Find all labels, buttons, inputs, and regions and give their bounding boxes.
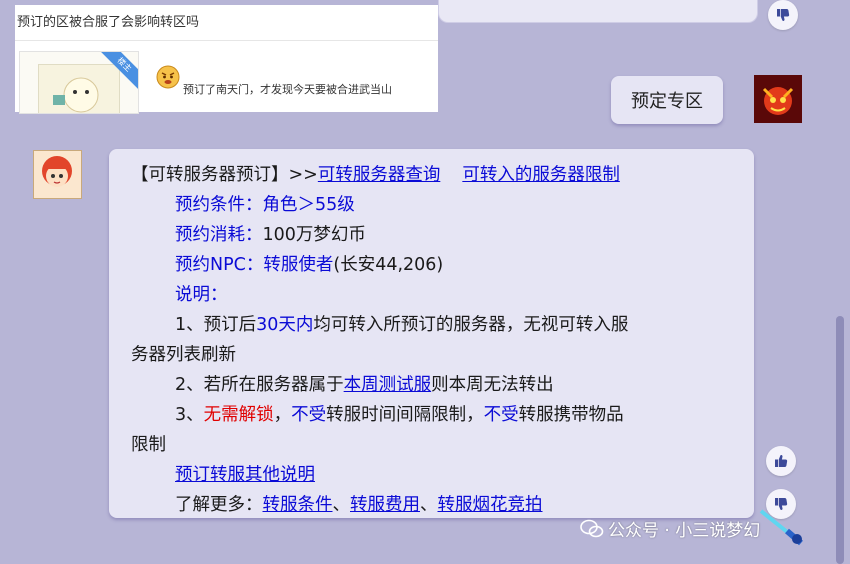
separator: 、 xyxy=(420,495,438,515)
link-test-server[interactable]: 本周测试服 xyxy=(344,375,432,395)
angry-face-icon xyxy=(156,65,180,89)
cartoon-image xyxy=(38,64,120,113)
note-3-continued: 限制 xyxy=(131,435,166,455)
title-prefix: 【可转服务器预订】>> xyxy=(131,165,318,185)
note-1-a: 1、预订后 xyxy=(175,315,257,335)
note-3: 3、无需解锁，不受转服时间间隔限制，不受转服携带物品 xyxy=(175,400,624,430)
sword-sprite-icon xyxy=(759,509,803,546)
condition-label: 预约条件： xyxy=(175,195,263,215)
note-3-highlight-2: 不受 xyxy=(483,405,519,425)
note-1: 1、预订后30天内均可转入所预订的服务器，无视可转入服 xyxy=(175,310,628,340)
thumbs-down-icon xyxy=(777,9,790,21)
thumbs-down-button-top[interactable] xyxy=(768,0,798,30)
note-3-c: 转服时间间隔限制， xyxy=(326,405,484,425)
line-condition: 预约条件：角色＞55级 xyxy=(175,190,355,220)
line-cost: 预约消耗：100万梦幻币 xyxy=(175,220,366,250)
line-learn-more: 了解更多：转服条件、转服费用、转服烟花竞拍 xyxy=(175,490,543,520)
link-transfer-fees[interactable]: 转服费用 xyxy=(350,495,420,515)
previous-message-bubble xyxy=(438,0,758,23)
note-2-a: 2、若所在服务器属于 xyxy=(175,375,344,395)
npc-label: 预约NPC： xyxy=(175,255,264,275)
line-title: 【可转服务器预订】>>可转服务器查询 可转入的服务器限制 xyxy=(131,160,620,190)
watermark-text: 公众号 · 小三说梦幻 xyxy=(608,521,761,541)
npc-name: 转服使者 xyxy=(263,255,334,275)
condition-value: 角色＞55级 xyxy=(262,195,355,215)
note-1-highlight: 30天内 xyxy=(256,315,314,335)
link-transfer-conditions[interactable]: 转服条件 xyxy=(263,495,333,515)
note-3-a: 3、 xyxy=(175,405,204,425)
user-message-bubble: 预定专区 xyxy=(611,76,723,124)
note-3-d: 转服携带物品 xyxy=(518,405,624,425)
note-1-b: 均可转入所预订的服务器，无视可转入服 xyxy=(313,315,629,335)
link-other-notes[interactable]: 预订转服其他说明 xyxy=(175,465,315,485)
learn-more-label: 了解更多： xyxy=(175,495,263,515)
note-1-continued: 务器列表刷新 xyxy=(131,345,236,365)
separator: 、 xyxy=(332,495,351,515)
note-3-b: ， xyxy=(273,405,292,425)
line-more-info-link: 预订转服其他说明 xyxy=(175,460,315,490)
link-server-restrictions[interactable]: 可转入的服务器限制 xyxy=(462,165,620,185)
forum-post-overlay: 预订的区被合服了会影响转区吗 楼主 预订了南天门，才发现今天要被合进武当山 xyxy=(15,5,438,114)
scrollbar-thumb[interactable] xyxy=(836,316,844,564)
divider xyxy=(15,40,438,41)
note-2: 2、若所在服务器属于本周测试服则本周无法转出 xyxy=(175,370,554,400)
post-reply-text: 预订了南天门，才发现今天要被合进武当山 xyxy=(183,83,392,96)
assistant-message-bubble: 【可转服务器预订】>>可转服务器查询 可转入的服务器限制 预约条件：角色＞55级 … xyxy=(109,149,754,518)
post-title: 预订的区被合服了会影响转区吗 xyxy=(17,15,200,30)
note-2-b: 则本周无法转出 xyxy=(431,375,554,395)
link-firework-auction[interactable]: 转服烟花竞拍 xyxy=(438,495,543,515)
notes-heading: 说明： xyxy=(175,285,228,305)
assistant-avatar xyxy=(33,150,82,199)
thumbs-up-button[interactable] xyxy=(766,446,796,476)
post-image: 楼主 xyxy=(19,51,139,114)
cost-value: 100万梦幻币 xyxy=(262,225,366,245)
npc-location: (长安44,206) xyxy=(333,255,444,275)
note-3-highlight-1: 不受 xyxy=(291,405,327,425)
wechat-icon xyxy=(580,519,604,538)
thumbs-up-icon xyxy=(775,455,788,467)
user-avatar xyxy=(754,75,802,123)
user-message-text: 预定专区 xyxy=(631,91,703,112)
link-server-query[interactable]: 可转服务器查询 xyxy=(318,165,441,185)
note-3-red: 无需解锁 xyxy=(203,405,274,425)
cost-label: 预约消耗： xyxy=(175,225,263,245)
line-npc: 预约NPC：转服使者(长安44,206) xyxy=(175,250,443,280)
